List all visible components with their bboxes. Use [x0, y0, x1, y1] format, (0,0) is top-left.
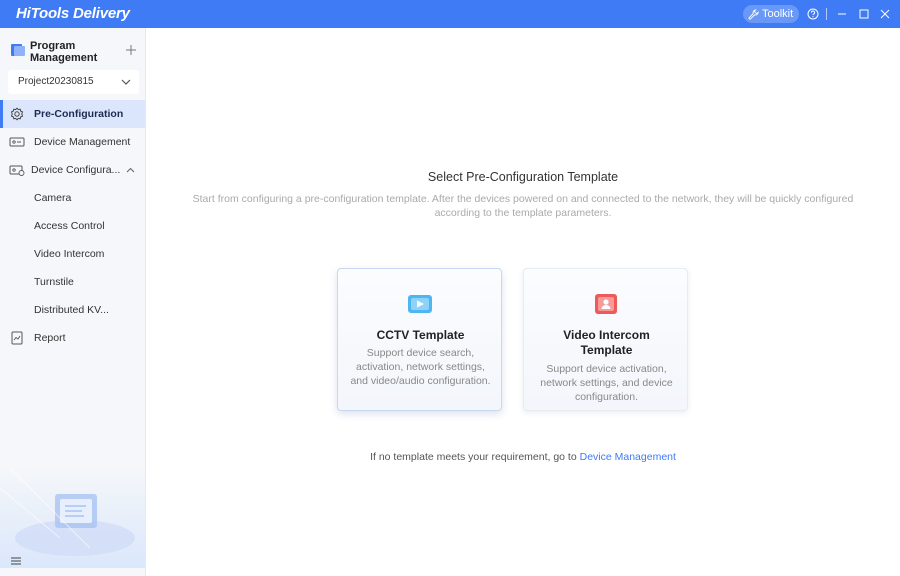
page-description: Start from configuring a pre-configurati…: [192, 193, 854, 219]
report-icon: [11, 331, 23, 345]
gear-icon: [10, 107, 24, 121]
nav-item-device-configuration[interactable]: Device Configura...: [0, 156, 145, 184]
nav-label: Distributed KV...: [34, 304, 109, 316]
nav-label: Device Configura...: [31, 164, 121, 176]
nav-item-distributed-kvm[interactable]: Distributed KV...: [0, 296, 145, 324]
chevron-down-icon: [121, 79, 131, 85]
wrench-icon: [748, 8, 759, 20]
nav-item-pre-configuration[interactable]: Pre-Configuration: [0, 100, 145, 128]
nav-item-camera[interactable]: Camera: [0, 184, 145, 212]
program-management-title: Program Management: [30, 40, 98, 64]
device-management-link[interactable]: Device Management: [580, 451, 676, 463]
video-intercom-template-card[interactable]: Video Intercom Template Support device a…: [523, 268, 688, 411]
page-title: Select Pre-Configuration Template: [427, 170, 619, 184]
titlebar-divider: [826, 8, 827, 20]
nav-label: Access Control: [34, 220, 105, 232]
device-config-icon: [9, 165, 25, 176]
collapse-menu-icon[interactable]: [10, 556, 22, 566]
footer-text: If no template meets your requirement, g…: [370, 451, 580, 463]
folder-icon: [11, 44, 25, 56]
video-play-icon: [408, 295, 432, 313]
nav-item-report[interactable]: Report: [0, 324, 145, 352]
program-management-header: Program Management: [0, 28, 145, 70]
nav-item-access-control[interactable]: Access Control: [0, 212, 145, 240]
nav-label: Device Management: [34, 136, 131, 148]
minimize-icon[interactable]: [834, 6, 850, 22]
nav-label: Report: [34, 332, 66, 344]
nav-label: Turnstile: [34, 276, 74, 288]
nav-label: Camera: [34, 192, 72, 204]
nav-item-turnstile[interactable]: Turnstile: [0, 268, 145, 296]
title-bar: HiTools Delivery Toolkit: [0, 0, 900, 28]
chevron-up-icon[interactable]: [126, 167, 135, 173]
card-title: Video Intercom Template: [563, 328, 650, 357]
toolkit-button[interactable]: Toolkit: [743, 5, 799, 23]
sidebar: Program Management Project20230815 Pre-C…: [0, 28, 146, 576]
card-description: Support device activation, network setti…: [540, 363, 673, 403]
add-project-icon[interactable]: [124, 43, 138, 57]
nav-label: Pre-Configuration: [34, 108, 124, 120]
card-description: Support device search, activation, netwo…: [350, 347, 491, 387]
cctv-template-card[interactable]: CCTV Template Support device search, act…: [337, 268, 502, 411]
close-icon[interactable]: [877, 6, 893, 22]
app-title: HiTools Delivery: [16, 5, 130, 22]
project-select[interactable]: Project20230815: [8, 70, 139, 94]
main-content: Select Pre-Configuration Template Start …: [146, 28, 900, 576]
help-icon[interactable]: [805, 6, 821, 22]
nav-item-video-intercom[interactable]: Video Intercom: [0, 240, 145, 268]
nav-label: Video Intercom: [34, 248, 105, 260]
project-select-value: Project20230815: [18, 76, 94, 87]
sidebar-illustration: [0, 468, 145, 568]
device-icon: [9, 137, 25, 147]
card-title: CCTV Template: [376, 328, 465, 342]
footer-note: If no template meets your requirement, g…: [146, 451, 900, 463]
toolkit-label: Toolkit: [762, 8, 794, 20]
nav-item-device-management[interactable]: Device Management: [0, 128, 145, 156]
maximize-icon[interactable]: [856, 6, 872, 22]
intercom-user-icon: [595, 294, 617, 314]
